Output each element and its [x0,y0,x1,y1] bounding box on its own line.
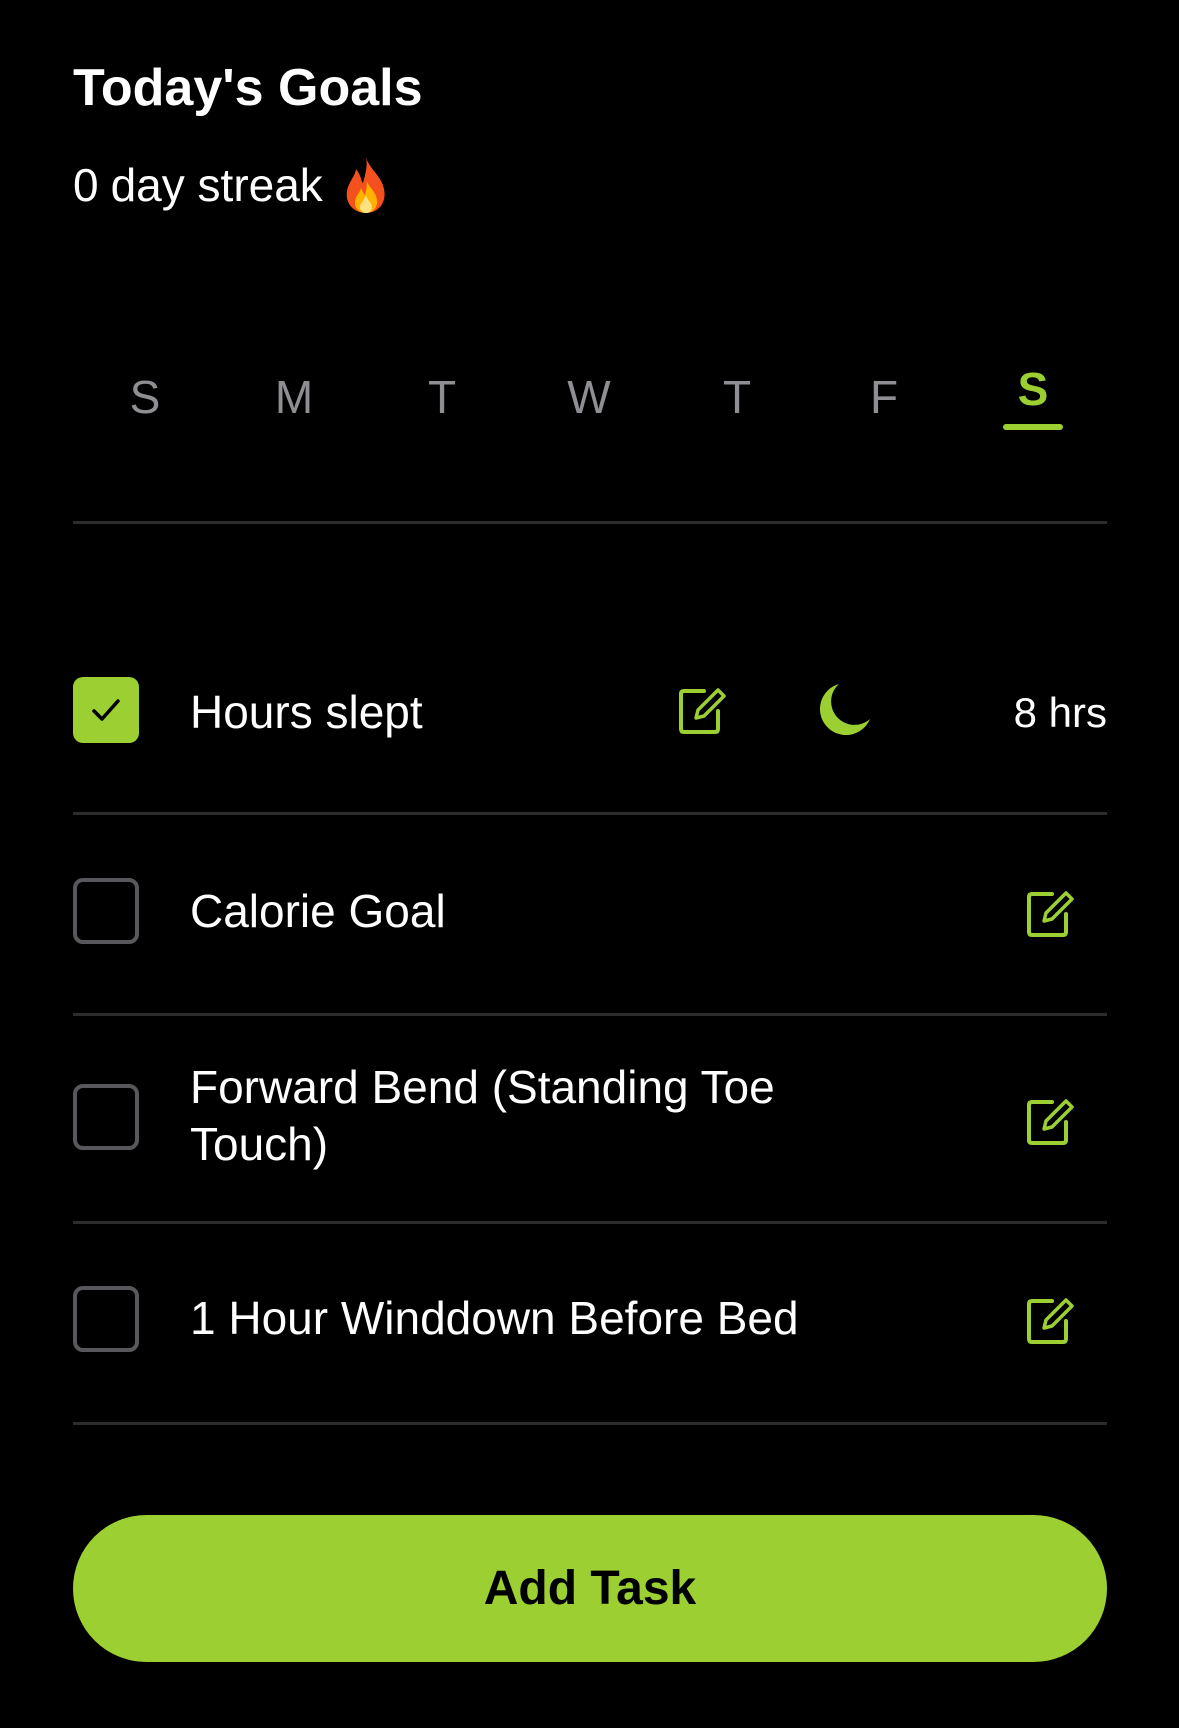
streak-indicator: 0 day streak [73,155,391,215]
day-saturday-label: S [1017,363,1049,415]
page-title: Today's Goals [73,59,423,117]
add-task-button[interactable]: Add Task [73,1515,1107,1662]
task-label: 1 Hour Winddown Before Bed [190,1292,799,1344]
task-label: Forward Bend (Standing Toe Touch) [190,1061,775,1170]
task-checkbox[interactable] [73,878,139,944]
day-wednesday[interactable]: W [549,365,629,429]
task-label: Hours slept [190,686,423,738]
edit-icon[interactable] [678,685,728,735]
day-tuesday[interactable]: T [402,365,482,429]
task-checkbox[interactable] [73,1084,139,1150]
divider [73,812,1107,815]
divider [73,1422,1107,1425]
day-thursday[interactable]: T [697,365,777,429]
task-checkbox[interactable] [73,1286,139,1352]
divider [73,1013,1107,1016]
day-saturday[interactable]: S [993,357,1073,430]
selected-day-underline [1003,424,1063,430]
fire-icon [341,155,391,215]
edit-icon[interactable] [1026,1295,1076,1345]
hours-slept-value: 8 hrs [1013,689,1107,736]
divider [73,521,1107,524]
streak-label: day streak [110,159,323,211]
task-row-winddown: 1 Hour Winddown Before Bed [73,1250,1107,1390]
day-monday[interactable]: M [254,365,334,429]
checkmark-icon [92,699,120,721]
edit-icon[interactable] [1026,1096,1076,1146]
task-row-calorie-goal: Calorie Goal [73,845,1107,985]
divider [73,1221,1107,1224]
task-row-forward-bend: Forward Bend (Standing Toe Touch) [73,1040,1107,1215]
streak-count: 0 [73,159,99,211]
day-friday[interactable]: F [844,365,924,429]
edit-icon[interactable] [1026,888,1076,938]
task-row-hours-slept: Hours slept 8 hrs [73,660,1107,765]
weekday-selector: S M T W T F S [73,363,1107,435]
task-label: Calorie Goal [190,885,446,937]
task-checkbox-checked[interactable] [73,677,139,743]
day-sunday[interactable]: S [105,365,185,429]
moon-icon [819,684,870,736]
